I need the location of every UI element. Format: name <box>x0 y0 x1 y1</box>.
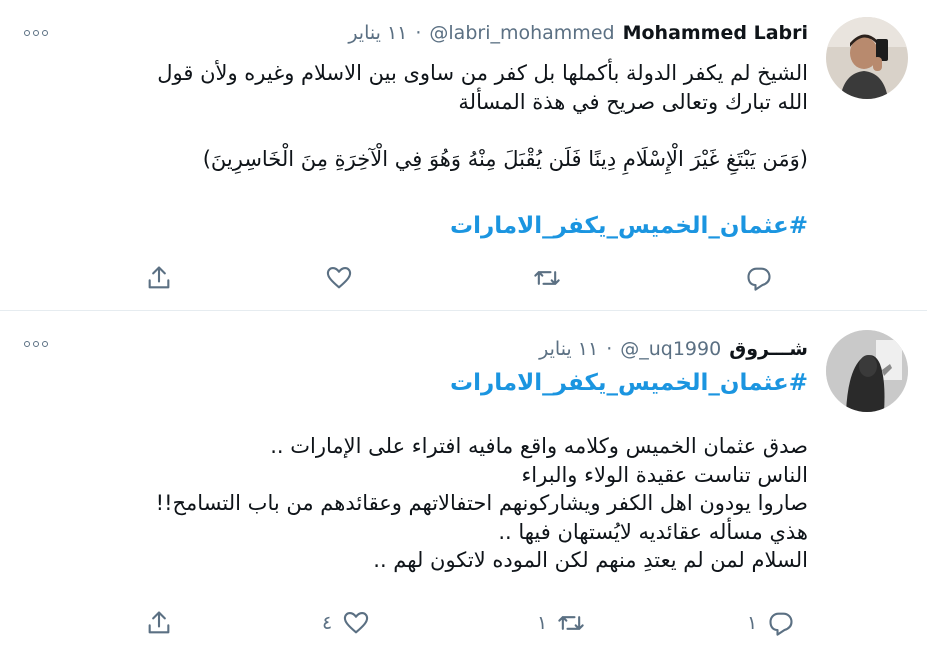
hashtag-container: #عثمان_الخميس_يكفر_الامارات <box>450 213 808 239</box>
tweet-line: (وَمَن يَبْتَغِ غَيْرَ الْإِسْلَامِ دِين… <box>202 146 808 171</box>
author-name[interactable]: Mohammed Labri <box>623 22 808 44</box>
share-icon <box>148 611 170 634</box>
retweet-button[interactable]: ١ <box>537 609 585 637</box>
tweet-line: صدق عثمان الخميس وكلامه واقع مافيه افترا… <box>270 434 808 458</box>
tweet-text: صدق عثمان الخميس وكلامه واقع مافيه افترا… <box>30 432 808 575</box>
tweet-date[interactable]: ١١ يناير <box>539 338 598 360</box>
tweet-actions <box>0 264 927 294</box>
separator: · <box>415 22 422 44</box>
author-handle[interactable]: @labri_mohammed <box>429 22 614 44</box>
tweet-line: هذي مسأله عقائديه لايُستهان فيها .. <box>498 519 808 544</box>
avatar[interactable] <box>826 17 908 99</box>
tweet-line: الناس تناست عقيدة الولاء والبراء <box>521 462 808 487</box>
share-button[interactable] <box>145 609 173 637</box>
retweet-count: ١ <box>537 612 548 634</box>
share-icon <box>148 266 170 289</box>
reply-icon <box>769 612 793 636</box>
reply-button[interactable]: ١ <box>747 609 795 637</box>
like-button[interactable] <box>325 264 353 292</box>
retweet-icon <box>534 271 560 285</box>
author-name[interactable]: شـــروق <box>729 338 808 360</box>
tweet-header: شـــروق @_uq1990 · ١١ يناير <box>539 338 808 360</box>
tweet[interactable]: Mohammed Labri @labri_mohammed · ١١ يناي… <box>0 0 927 311</box>
more-icon[interactable] <box>24 336 54 352</box>
more-icon[interactable] <box>24 25 54 41</box>
tweet-line: الله تبارك وتعالى صريح في هذة المسألة <box>458 89 808 114</box>
tweet-line: صاروا يودون اهل الكفر ويشاركونهم احتفالا… <box>155 491 808 515</box>
separator: · <box>606 338 613 360</box>
tweet-date[interactable]: ١١ يناير <box>348 22 407 44</box>
like-count: ٤ <box>322 612 333 634</box>
avatar[interactable] <box>826 330 908 412</box>
author-handle[interactable]: @_uq1990 <box>620 338 721 360</box>
share-button[interactable] <box>145 264 173 292</box>
like-icon <box>344 612 369 634</box>
hashtag-link[interactable]: #عثمان_الخميس_يكفر_الامارات <box>450 370 808 396</box>
retweet-icon <box>558 616 584 630</box>
hashtag-link[interactable]: #عثمان_الخميس_يكفر_الامارات <box>450 213 808 239</box>
like-button[interactable]: ٤ <box>322 609 370 637</box>
tweet-line: السلام لمن لم يعتدِ منهم لكن الموده لاتك… <box>373 548 808 572</box>
hashtag-container: #عثمان_الخميس_يكفر_الامارات <box>450 370 808 396</box>
reply-button[interactable] <box>745 264 773 292</box>
reply-icon <box>747 267 771 291</box>
tweet-header: Mohammed Labri @labri_mohammed · ١١ يناي… <box>348 22 808 44</box>
tweet-line <box>30 116 808 145</box>
retweet-button[interactable] <box>533 264 561 292</box>
tweet-line: الشيخ لم يكفر الدولة بأكملها بل كفر من س… <box>157 61 808 85</box>
tweet-actions: ٤ ١ ١ <box>0 609 927 639</box>
like-icon <box>326 267 352 289</box>
reply-count: ١ <box>747 612 758 634</box>
tweet-text: الشيخ لم يكفر الدولة بأكملها بل كفر من س… <box>30 59 808 173</box>
